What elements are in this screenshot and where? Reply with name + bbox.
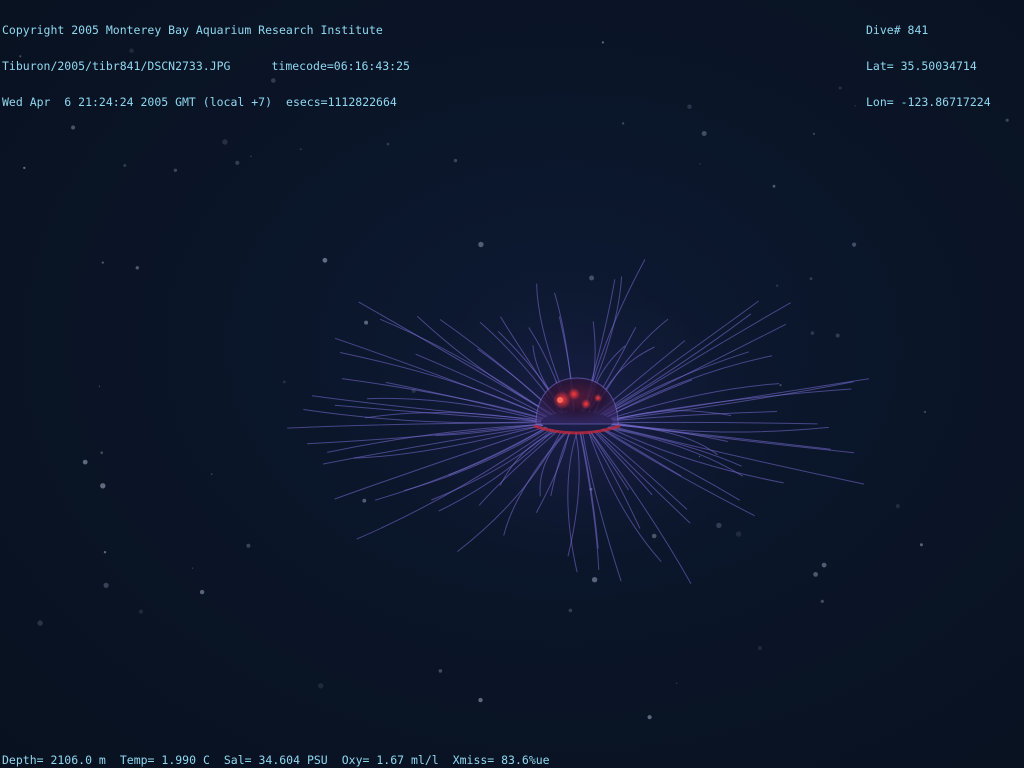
dive-number: Dive# 841: [866, 23, 929, 37]
marine-snow-particle: [23, 166, 26, 170]
marine-snow-particle: [813, 133, 815, 135]
marine-snow-particle: [222, 139, 228, 145]
date-esecs-row: Wed Apr 6 21:24:24 2005 GMT (local +7) es…: [2, 96, 410, 108]
marine-snow-particle: [138, 609, 143, 614]
video-frame: Copyright 2005 Monterey Bay Aquarium Res…: [0, 0, 1024, 768]
marine-snow-particle: [123, 164, 127, 167]
oxygen-readout: Oxy= 1.67 ml/l: [341, 753, 439, 767]
marine-snow-particle: [100, 483, 106, 489]
marine-snow-particle: [191, 567, 194, 569]
marine-snow-particle: [364, 320, 369, 325]
marine-snow-particle: [813, 572, 818, 577]
overlay-header-left: Copyright 2005 Monterey Bay Aquarium Res…: [2, 0, 410, 132]
marine-snow-particle: [318, 683, 324, 689]
marine-snow-particle: [322, 257, 328, 263]
overlay-sensor-readout: Depth= 2106.0 m Temp= 1.990 C Sal= 34.604 …: [2, 754, 550, 766]
marine-snow-particle: [701, 131, 707, 136]
overlay-header-right: Dive# 841 Lat= 35.50034714 Lon= -123.867…: [866, 0, 991, 132]
latitude: Lat= 35.50034714: [866, 59, 977, 73]
jellyfish-icon: [287, 250, 869, 590]
marine-snow-particle: [283, 380, 286, 384]
marine-snow-particle: [675, 682, 678, 685]
marine-snow-particle: [568, 608, 573, 613]
marine-snow-particle: [82, 459, 88, 465]
file-timecode-row: Tiburon/2005/tibr841/DSCN2733.JPG timecod…: [2, 60, 410, 72]
timecode: timecode=06:16:43:25: [271, 59, 410, 73]
marine-snow-particle: [386, 142, 390, 146]
marine-snow-particle: [895, 504, 900, 509]
marine-snow-particle: [820, 599, 824, 604]
marine-snow-particle: [919, 543, 923, 547]
marine-snow-particle: [199, 589, 205, 595]
copyright-text: Copyright 2005 Monterey Bay Aquarium Res…: [2, 23, 383, 37]
marine-snow-particle: [362, 498, 367, 503]
marine-snow-particle: [210, 473, 213, 476]
depth-readout: Depth= 2106.0 m: [2, 753, 106, 767]
marine-snow-particle: [250, 155, 252, 158]
marine-snow-particle: [173, 168, 178, 172]
marine-snow-particle: [100, 451, 103, 455]
marine-snow-particle: [98, 385, 101, 387]
marine-snow-particle: [809, 277, 813, 281]
date-text: Wed Apr 6 21:24:24 2005 GMT (local +7): [2, 95, 273, 109]
marine-snow-particle: [647, 715, 652, 720]
marine-snow-particle: [37, 620, 43, 626]
marine-snow-particle: [601, 41, 605, 44]
marine-snow-particle: [103, 551, 107, 554]
marine-snow-particle: [299, 148, 302, 151]
marine-snow-particle: [810, 331, 815, 335]
marine-snow-particle: [103, 582, 109, 588]
marine-snow-particle: [135, 266, 139, 270]
marine-snow-particle: [453, 158, 458, 163]
marine-snow-particle: [835, 333, 840, 338]
marine-snow-particle: [838, 86, 842, 90]
marine-snow-particle: [854, 104, 857, 107]
marine-snow-particle: [478, 241, 484, 248]
marine-snow-particle: [101, 261, 105, 264]
longitude: Lon= -123.86717224: [866, 95, 991, 109]
marine-snow-particle: [776, 284, 779, 287]
marine-snow-particle: [699, 163, 701, 165]
temp-readout: Temp= 1.990 C: [119, 753, 210, 767]
marine-snow-particle: [757, 646, 762, 651]
marine-snow-particle: [621, 122, 625, 125]
esecs-text: esecs=1112822664: [286, 95, 397, 109]
marine-snow-particle: [923, 410, 927, 413]
marine-snow-particle: [478, 697, 483, 703]
marine-snow-particle: [821, 562, 827, 568]
transmissometer-readout: Xmiss= 83.6%ue: [452, 753, 550, 767]
marine-snow-particle: [852, 242, 857, 247]
marine-snow-particle: [235, 160, 240, 165]
marine-snow-particle: [687, 104, 692, 109]
marine-snow-particle: [246, 543, 251, 548]
marine-snow-particle: [1005, 118, 1009, 122]
salinity-readout: Sal= 34.604 PSU: [223, 753, 328, 767]
marine-snow-particle: [772, 184, 776, 188]
file-path: Tiburon/2005/tibr841/DSCN2733.JPG: [2, 59, 231, 73]
marine-snow-particle: [438, 669, 443, 673]
